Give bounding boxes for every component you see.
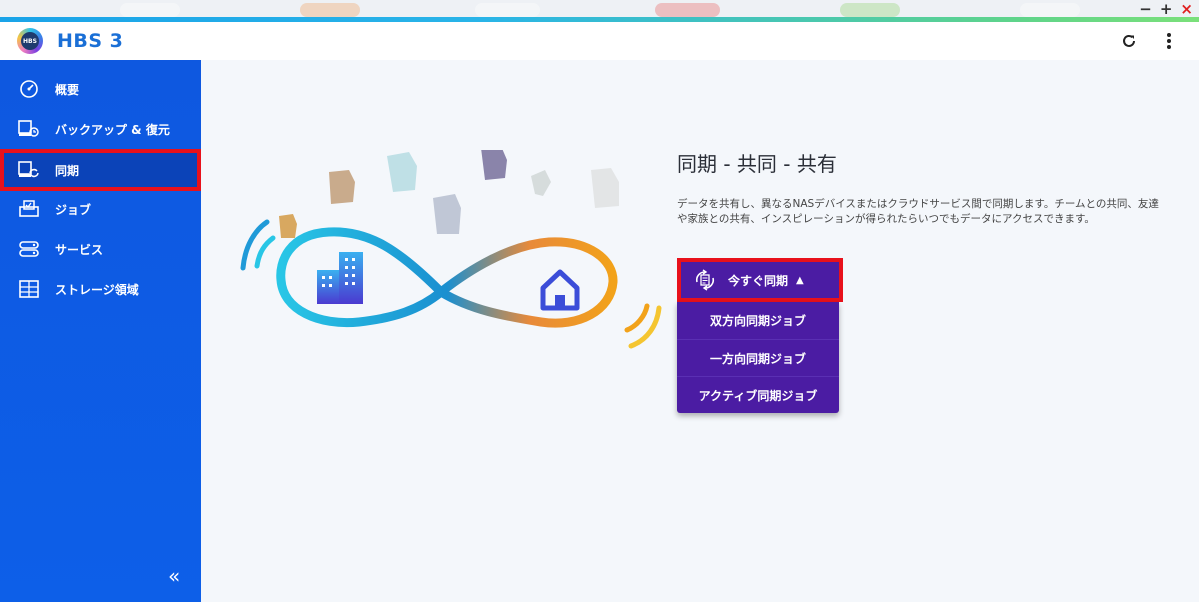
blurred-tab (300, 3, 360, 17)
menu-item-one-way-sync[interactable]: 一方向同期ジョブ (677, 339, 839, 376)
more-options-button[interactable] (1159, 29, 1179, 53)
more-vertical-icon (1167, 33, 1171, 49)
caret-up-icon: ▲ (796, 274, 804, 286)
storage-icon (17, 277, 41, 301)
sync-job-menu: 双方向同期ジョブ 一方向同期ジョブ アクティブ同期ジョブ (677, 302, 839, 413)
minimize-button[interactable]: − (1139, 1, 1152, 17)
sidebar-item-label: ストレージ領域 (55, 282, 139, 297)
blurred-tab (475, 3, 540, 17)
blurred-tab (120, 3, 180, 17)
collapse-sidebar-button[interactable]: « (168, 564, 180, 588)
app-header: HBS HBS 3 (0, 22, 1199, 60)
menu-item-two-way-sync[interactable]: 双方向同期ジョブ (677, 302, 839, 339)
sidebar: 概要 バックアップ & 復元 同期 ジョブ サービス ストレージ領域 « (0, 60, 201, 602)
sync-document-icon (695, 269, 715, 291)
main-content: 同期 - 共同 - 共有 データを共有し、異なるNASデバイスまたはクラウドサー… (201, 60, 1199, 602)
menu-item-active-sync[interactable]: アクティブ同期ジョブ (677, 376, 839, 413)
services-icon (17, 237, 41, 261)
app-title: HBS 3 (57, 30, 124, 52)
blurred-tab (655, 3, 720, 17)
sync-now-button[interactable]: 今すぐ同期 ▲ (677, 258, 843, 302)
sidebar-item-label: ジョブ (55, 202, 92, 217)
sidebar-item-sync[interactable]: 同期 (0, 149, 201, 191)
close-button[interactable]: × (1180, 1, 1193, 17)
sidebar-item-services[interactable]: サービス (0, 229, 201, 269)
header-actions (1119, 29, 1179, 53)
floating-documents (279, 150, 619, 238)
sidebar-item-label: サービス (55, 242, 104, 257)
maximize-button[interactable]: + (1160, 1, 1173, 17)
refresh-button[interactable] (1119, 29, 1139, 53)
sidebar-item-overview[interactable]: 概要 (0, 69, 201, 109)
sidebar-item-label: バックアップ & 復元 (55, 122, 170, 137)
blurred-tab (840, 3, 900, 17)
page-heading: 同期 - 共同 - 共有 (677, 152, 837, 176)
signal-waves-right (624, 303, 662, 349)
sidebar-item-label: 同期 (55, 163, 80, 178)
logo-text: HBS (21, 32, 39, 50)
sync-now-label: 今すぐ同期 (728, 273, 789, 288)
refresh-icon (1123, 34, 1135, 47)
sidebar-item-backup-restore[interactable]: バックアップ & 復元 (0, 109, 201, 149)
jobs-icon (17, 197, 41, 221)
backup-restore-icon (17, 117, 41, 141)
signal-waves-left (240, 219, 276, 271)
gauge-icon (17, 77, 41, 101)
sidebar-item-storage[interactable]: ストレージ領域 (0, 269, 201, 309)
blurred-tab (1020, 3, 1080, 17)
window-controls: − + × (1139, 1, 1193, 17)
window-title-strip (0, 0, 1199, 22)
sync-icon (17, 158, 41, 182)
sync-illustration (240, 150, 662, 349)
hbs-logo: HBS (17, 28, 43, 54)
sidebar-item-label: 概要 (55, 82, 80, 97)
home-icon (540, 269, 580, 311)
page-description: データを共有し、異なるNASデバイスまたはクラウドサービス間で同期します。チーム… (677, 198, 1159, 225)
building-icon (317, 252, 363, 304)
sidebar-item-jobs[interactable]: ジョブ (0, 189, 201, 229)
